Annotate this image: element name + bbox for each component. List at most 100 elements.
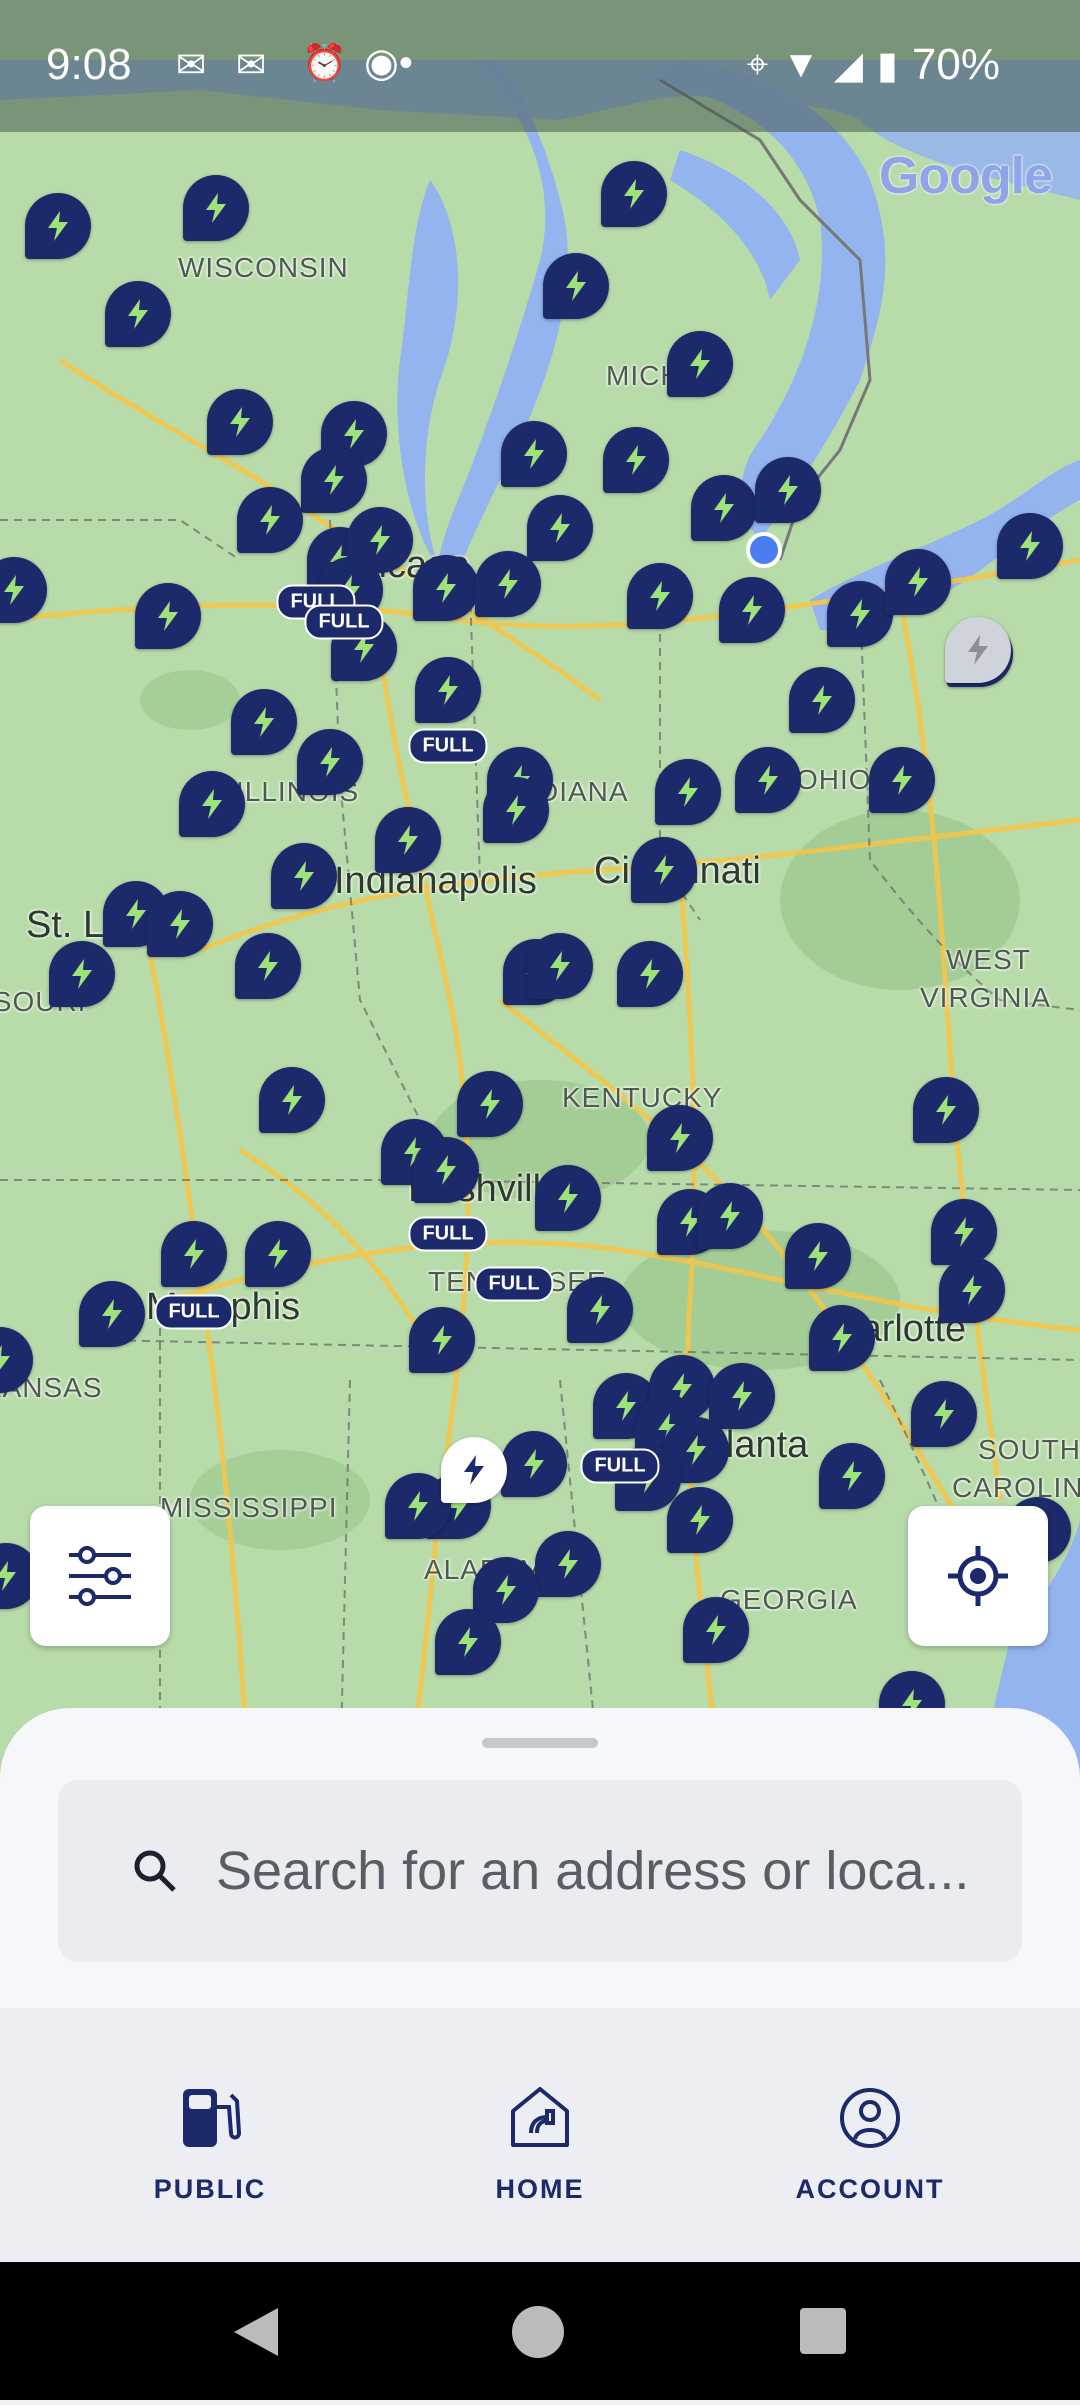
charger-pin[interactable] [271, 843, 337, 909]
charger-pin[interactable] [409, 1307, 475, 1373]
state-label-wisconsin: WISCONSIN [178, 252, 349, 283]
status-time: 9:08 [46, 40, 132, 89]
nav-home[interactable]: HOME [410, 2080, 670, 2205]
search-bar[interactable]: Search for an address or loca... [58, 1780, 1022, 1962]
charger-pin[interactable] [655, 759, 721, 825]
google-logo: Google [878, 147, 1053, 205]
charger-pin[interactable] [231, 689, 297, 755]
state-label-south: SOUTH [978, 1434, 1080, 1465]
charger-pin[interactable] [527, 933, 593, 999]
home-charger-icon [511, 2087, 569, 2147]
charger-pin[interactable] [709, 1363, 775, 1429]
locate-me-button[interactable] [908, 1506, 1048, 1646]
charger-pin[interactable] [301, 447, 367, 513]
charger-pin[interactable] [147, 891, 213, 957]
nav-home-label: HOME [495, 2174, 585, 2204]
charger-pin[interactable] [567, 1277, 633, 1343]
nav-account-label: ACCOUNT [795, 2174, 945, 2204]
status-bar: 9:08 ✉ ✉ ⏰ ◉• ⌖ ▼ ◢ ▮ 70% [0, 0, 1080, 132]
charger-pin[interactable] [535, 1531, 601, 1597]
charger-pin[interactable] [697, 1183, 763, 1249]
charger-pin[interactable] [297, 729, 363, 795]
charger-pin[interactable] [179, 771, 245, 837]
charger-pin[interactable] [627, 563, 693, 629]
state-label-virginia: VIRGINIA [920, 982, 1051, 1013]
battery-percent: 70% [911, 40, 1000, 89]
charger-pin[interactable] [945, 617, 1011, 683]
filter-button[interactable] [30, 1506, 170, 1646]
charger-pin[interactable] [235, 933, 301, 999]
recents-icon[interactable] [800, 2308, 846, 2354]
charger-pin[interactable] [667, 1487, 733, 1553]
charger-pin[interactable] [785, 1223, 851, 1289]
charger-pin[interactable] [135, 583, 201, 649]
charger-pin[interactable] [375, 807, 441, 873]
charger-pin[interactable] [161, 1221, 227, 1287]
charger-pin[interactable] [735, 747, 801, 813]
charger-pin[interactable] [501, 421, 567, 487]
charger-pin[interactable] [527, 495, 593, 561]
full-badge[interactable]: FULL [580, 1448, 660, 1484]
charger-pin[interactable] [789, 667, 855, 733]
charger-pin[interactable] [183, 175, 249, 241]
charger-pin[interactable] [869, 747, 935, 813]
full-badge[interactable]: FULL [474, 1266, 554, 1302]
home-nav-icon[interactable] [512, 2306, 564, 2358]
gmail-icon: ✉ [236, 44, 267, 85]
charger-pin[interactable] [413, 555, 479, 621]
charger-pin[interactable] [79, 1281, 145, 1347]
charger-pin[interactable] [939, 1257, 1005, 1323]
charger-pin[interactable] [631, 837, 697, 903]
charger-pin[interactable] [719, 577, 785, 643]
charger-pin[interactable] [457, 1071, 523, 1137]
charger-pin[interactable] [413, 1137, 479, 1203]
charger-pin[interactable] [245, 1221, 311, 1287]
charger-pin[interactable] [603, 427, 669, 493]
charger-pin[interactable] [501, 1431, 567, 1497]
state-label-carolina: CAROLIN [952, 1472, 1080, 1503]
charger-pin[interactable] [415, 657, 481, 723]
state-label-ohio: OHIO [796, 764, 872, 795]
charger-pin[interactable] [535, 1165, 601, 1231]
nav-public[interactable]: PUBLIC [80, 2080, 340, 2205]
fuel-pump-icon [183, 2089, 242, 2147]
full-badge[interactable]: FULL [408, 1216, 488, 1252]
charger-pin[interactable] [667, 331, 733, 397]
charger-pin[interactable] [911, 1381, 977, 1447]
charger-pin[interactable] [483, 777, 549, 843]
sliders-icon [69, 1546, 131, 1606]
charger-pin[interactable] [25, 193, 91, 259]
charger-pin[interactable] [105, 281, 171, 347]
charger-pin[interactable] [435, 1609, 501, 1675]
charger-pin[interactable] [237, 487, 303, 553]
state-label-west: WEST [946, 944, 1031, 975]
wifi-icon: ▼ [782, 43, 820, 86]
charger-pin[interactable] [691, 475, 757, 541]
charger-pin[interactable] [997, 513, 1063, 579]
charger-pin[interactable] [601, 161, 667, 227]
charger-pin[interactable] [475, 551, 541, 617]
charger-pin[interactable] [755, 457, 821, 523]
full-badge[interactable]: FULL [408, 728, 488, 764]
charger-pin[interactable] [885, 549, 951, 615]
charger-pin[interactable] [259, 1067, 325, 1133]
charger-pin[interactable] [819, 1443, 885, 1509]
charger-pin[interactable] [49, 941, 115, 1007]
charger-pin[interactable] [809, 1305, 875, 1371]
charger-pin[interactable] [207, 389, 273, 455]
full-badge[interactable]: FULL [154, 1294, 234, 1330]
nav-account[interactable]: ACCOUNT [740, 2080, 1000, 2205]
charger-pin[interactable] [441, 1437, 507, 1503]
sheet-handle[interactable] [482, 1738, 598, 1748]
full-badge[interactable]: FULL [304, 604, 384, 640]
charger-pin[interactable] [827, 581, 893, 647]
charger-pin[interactable] [543, 253, 609, 319]
charger-pin[interactable] [931, 1199, 997, 1265]
charger-pin[interactable] [617, 941, 683, 1007]
state-label-kentucky: KENTUCKY [562, 1082, 723, 1113]
back-icon[interactable] [234, 2308, 278, 2356]
charger-pin[interactable] [913, 1077, 979, 1143]
gmail-icon: ✉ [176, 44, 207, 85]
charger-pin[interactable] [683, 1597, 749, 1663]
charger-pin[interactable] [647, 1105, 713, 1171]
